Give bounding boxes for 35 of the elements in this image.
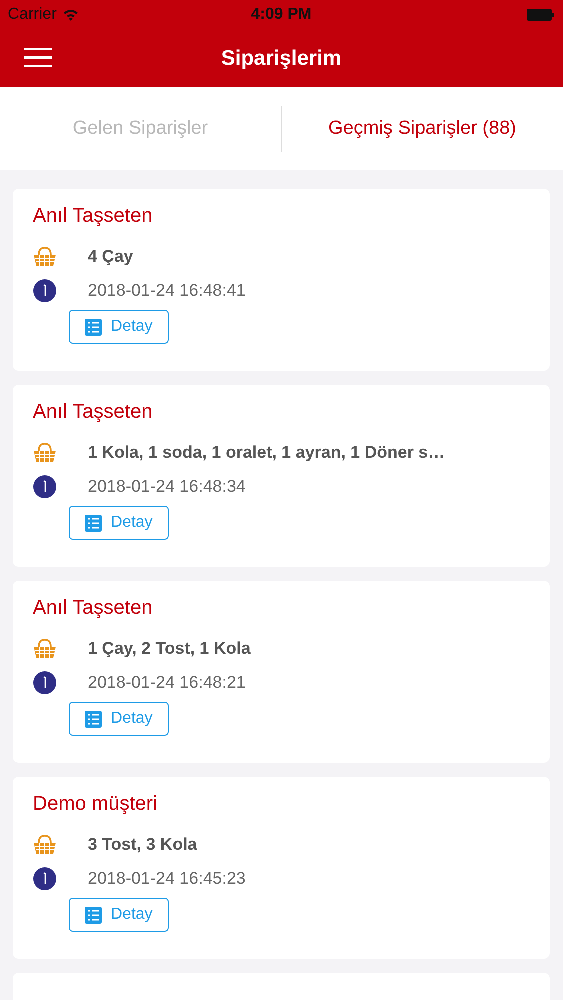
screen-title: Siparişlerim — [221, 46, 342, 70]
list-icon — [85, 710, 102, 728]
list-icon — [85, 514, 102, 532]
wifi-icon — [62, 9, 79, 21]
clock-icon — [33, 475, 57, 499]
order-time: 2018-01-24 16:48:34 — [88, 477, 246, 497]
customer-name: Demo müşteri — [33, 793, 158, 816]
clock-time: 4:09 PM — [251, 6, 312, 24]
order-card[interactable]: Demo müşteri 3 Tost, 3 Kola 2018-01-24 16:45:23 Detay — [13, 777, 550, 959]
order-card[interactable]: Anıl Taşseten 1 Kola, 1 soda, 1 oralet, 1 ayran, 1 Döner s… 2018-01-24 16:48:34 Detay — [13, 385, 550, 567]
order-time: 2018-01-24 16:45:23 — [88, 869, 246, 889]
basket-icon — [33, 247, 57, 267]
order-card[interactable]: Anıl Taşseten 1 Çay, 2 Tost, 1 Kola 2018-01-24 16:48:21 Detay — [13, 581, 550, 763]
order-items: 1 Çay, 2 Tost, 1 Kola — [88, 639, 251, 659]
order-card[interactable]: Anıl Taşseten 4 Çay 2018-01-24 16:48:41 Detay — [13, 189, 550, 371]
basket-icon — [33, 835, 57, 855]
tab[interactable]: Geçmiş Siparişler (88) — [282, 108, 563, 150]
menu-icon[interactable] — [24, 48, 52, 68]
clock-icon — [33, 279, 57, 303]
battery-icon — [527, 9, 555, 21]
order-items: 3 Tost, 3 Kola — [88, 835, 198, 855]
list-icon — [85, 906, 102, 924]
customer-name: Anıl Taşseten — [33, 205, 154, 228]
customer-name: Anıl Taşseten — [33, 401, 154, 424]
order-time: 2018-01-24 16:48:41 — [88, 281, 246, 301]
customer-name: Anıl Taşseten — [33, 597, 154, 620]
order-time: 2018-01-24 16:48:21 — [88, 673, 246, 693]
list-icon — [85, 318, 102, 336]
order-items: 4 Çay — [88, 247, 134, 267]
clock-icon — [33, 867, 57, 891]
carrier-label: Carrier — [8, 6, 57, 24]
basket-icon — [33, 443, 57, 463]
order-items: 1 Kola, 1 soda, 1 oralet, 1 ayran, 1 Döner s… — [88, 443, 446, 463]
basket-icon — [33, 639, 57, 659]
clock-icon — [33, 671, 57, 695]
